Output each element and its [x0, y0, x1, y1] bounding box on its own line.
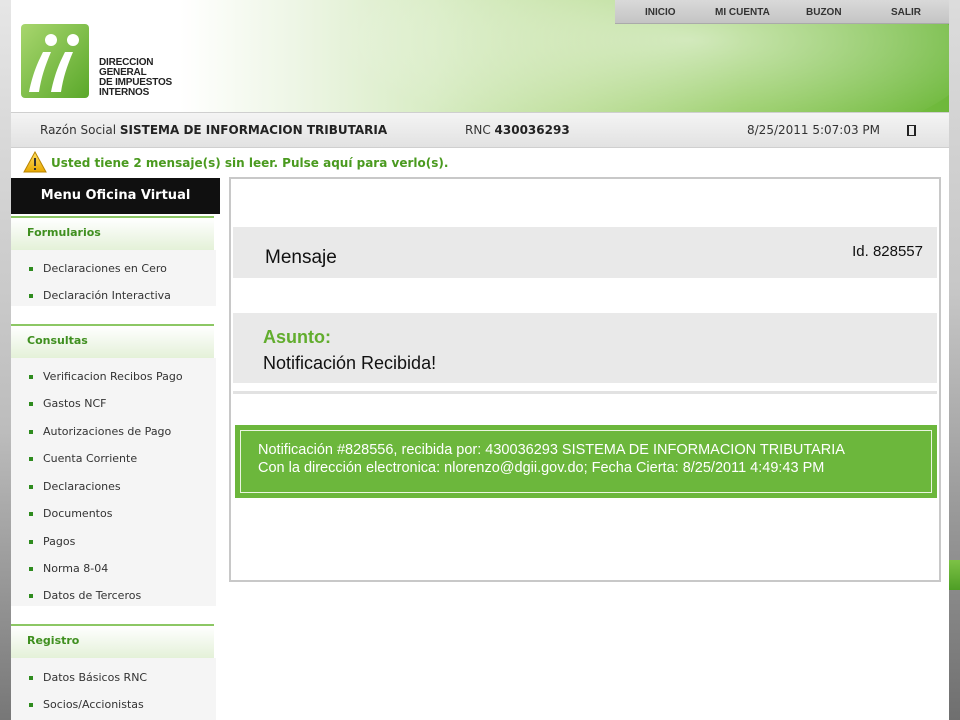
menu-item-datos-de-terceros[interactable]: Datos de Terceros — [11, 586, 216, 606]
subject-text: Notificación Recibida! — [263, 353, 437, 373]
menu-item-declaraciones[interactable]: Declaraciones — [11, 477, 216, 497]
menu-item-label: Autorizaciones de Pago — [43, 425, 172, 438]
logo-line-1: DIRECCION GENERAL — [99, 57, 154, 78]
menu-item-datos-basicos-rnc[interactable]: Datos Básicos RNC — [11, 668, 216, 688]
notification-line-2: Con la dirección electronica: nlorenzo@d… — [258, 460, 825, 476]
dgii-logo[interactable]: DIRECCION GENERAL DE IMPUESTOS INTERNOS — [21, 22, 181, 100]
slide-left-edge — [0, 0, 11, 720]
razon-social-label: Razón Social — [40, 123, 117, 137]
top-nav: INICIO MI CUENTA BUZON SALIR — [615, 0, 949, 24]
menu-item-pagos[interactable]: Pagos — [11, 532, 216, 552]
menu-item-label: Cuenta Corriente — [43, 452, 138, 465]
bullet-icon — [29, 294, 33, 298]
menu-item-label: Socios/Accionistas — [43, 698, 144, 711]
bullet-icon — [29, 402, 33, 406]
bullet-icon — [29, 430, 33, 434]
nav-salir[interactable]: SALIR — [891, 7, 921, 18]
notification-line-1: Notificación #828556, recibida por: 4300… — [258, 442, 845, 458]
menu-item-label: Declaraciones en Cero — [43, 262, 167, 275]
menu-item-autorizaciones-de-pago[interactable]: Autorizaciones de Pago — [11, 422, 216, 442]
bullet-icon — [29, 567, 33, 571]
section-consultas: Consultas — [11, 324, 214, 358]
menu-item-norma-8-04[interactable]: Norma 8-04 — [11, 559, 216, 579]
message-panel: Mensaje Id. 828557 Asunto: Notificación … — [229, 177, 941, 582]
rnc-value: 430036293 — [494, 123, 570, 137]
menu-item-socios-accionistas[interactable]: Socios/Accionistas — [11, 695, 216, 715]
menu-item-label: Declaraciones — [43, 480, 121, 493]
sidebar: Menu Oficina Virtual Formularios Declara… — [11, 178, 220, 720]
bullet-icon — [29, 485, 33, 489]
section-registro: Registro — [11, 624, 214, 658]
menu-item-verificacion-recibos-pago[interactable]: Verificacion Recibos Pago — [11, 367, 216, 387]
menu-item-label: Verificacion Recibos Pago — [43, 370, 183, 383]
razon-social-value: SISTEMA DE INFORMACION TRIBUTARIA — [119, 123, 388, 137]
menu-title: Menu Oficina Virtual — [11, 178, 220, 214]
nav-inicio[interactable]: INICIO — [645, 7, 676, 18]
current-datetime: 8/25/2011 5:07:03 PM — [747, 123, 881, 137]
bullet-icon — [29, 594, 33, 598]
bullet-icon — [29, 512, 33, 516]
bullet-icon — [29, 676, 33, 680]
razon-social: Razón Social SISTEMA DE INFORMACION TRIB… — [40, 123, 387, 137]
message-header: Mensaje Id. 828557 — [233, 227, 937, 278]
subject-box: Asunto: Notificación Recibida! — [233, 313, 937, 383]
logo-line-3: INTERNOS — [99, 87, 150, 98]
notification-body: Notificación #828556, recibida por: 4300… — [235, 425, 937, 498]
notification-text: Notificación #828556, recibida por: 4300… — [240, 430, 932, 493]
rnc-label: RNC — [465, 123, 491, 137]
expand-icon[interactable] — [907, 125, 916, 136]
section-formularios: Formularios — [11, 216, 214, 250]
message-id: Id. 828557 — [852, 243, 923, 260]
warning-icon — [23, 151, 47, 173]
menu-item-cuenta-corriente[interactable]: Cuenta Corriente — [11, 449, 216, 469]
menu-item-declaraciones-en-cero[interactable]: Declaraciones en Cero — [11, 259, 216, 279]
menu-item-label: Datos de Terceros — [43, 589, 142, 602]
rnc: RNC 430036293 — [465, 123, 570, 137]
logo-mark-icon — [21, 24, 89, 98]
account-info-bar: Razón Social SISTEMA DE INFORMACION TRIB… — [11, 112, 949, 148]
bullet-icon — [29, 457, 33, 461]
subject-label: Asunto: — [263, 327, 331, 347]
menu-item-label: Documentos — [43, 507, 113, 520]
header: DIRECCION GENERAL DE IMPUESTOS INTERNOS … — [11, 0, 949, 112]
nav-buzon[interactable]: BUZON — [806, 7, 842, 18]
menu-item-label: Gastos NCF — [43, 397, 107, 410]
menu-item-documentos[interactable]: Documentos — [11, 504, 216, 524]
menu-item-gastos-ncf[interactable]: Gastos NCF — [11, 394, 216, 414]
alert-text[interactable]: Usted tiene 2 mensaje(s) sin leer. Pulse… — [51, 156, 448, 170]
bullet-icon — [29, 375, 33, 379]
unread-messages-alert[interactable]: Usted tiene 2 mensaje(s) sin leer. Pulse… — [23, 150, 503, 176]
menu-item-label: Declaración Interactiva — [43, 289, 171, 302]
divider — [233, 391, 937, 394]
menu-item-label: Norma 8-04 — [43, 562, 109, 575]
menu-item-label: Pagos — [43, 535, 76, 548]
slide-right-edge — [948, 0, 960, 720]
bullet-icon — [29, 267, 33, 271]
green-swoosh — [948, 560, 960, 590]
menu-item-declaracion-interactiva[interactable]: Declaración Interactiva — [11, 286, 216, 306]
logo-text: DIRECCION GENERAL DE IMPUESTOS INTERNOS — [99, 58, 181, 98]
bullet-icon — [29, 540, 33, 544]
menu-item-label: Datos Básicos RNC — [43, 671, 148, 684]
message-title: Mensaje — [265, 247, 337, 268]
bullet-icon — [29, 703, 33, 707]
page: DIRECCION GENERAL DE IMPUESTOS INTERNOS … — [11, 0, 949, 720]
nav-mi-cuenta[interactable]: MI CUENTA — [715, 7, 770, 18]
